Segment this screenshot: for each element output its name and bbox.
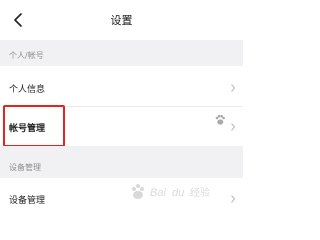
baidu-watermark-logo: Bai du 经验 — [132, 184, 210, 199]
section-header-device: 设备管理 — [0, 146, 243, 178]
chevron-right-icon — [231, 123, 236, 131]
row-label-device-management: 设备管理 — [9, 196, 46, 206]
row-label-personal-info: 个人信息 — [9, 85, 46, 95]
highlight-annotation-box — [3, 105, 65, 147]
top-bar: 设置 — [0, 0, 243, 40]
svg-text:经验: 经验 — [190, 186, 210, 199]
svg-text:du: du — [172, 187, 184, 199]
svg-text:Bai: Bai — [150, 187, 166, 199]
settings-screen: 设置 个人/帐号 个人信息 帐号管理 设备管理 设备管理 Bai du 经验 — [0, 0, 243, 207]
chevron-right-icon — [231, 84, 236, 92]
settings-row-personal-info[interactable]: 个人信息 — [0, 66, 243, 106]
paw-icon — [215, 114, 225, 125]
section-header-account: 个人/帐号 — [0, 40, 243, 66]
page-title: 设置 — [110, 14, 133, 27]
